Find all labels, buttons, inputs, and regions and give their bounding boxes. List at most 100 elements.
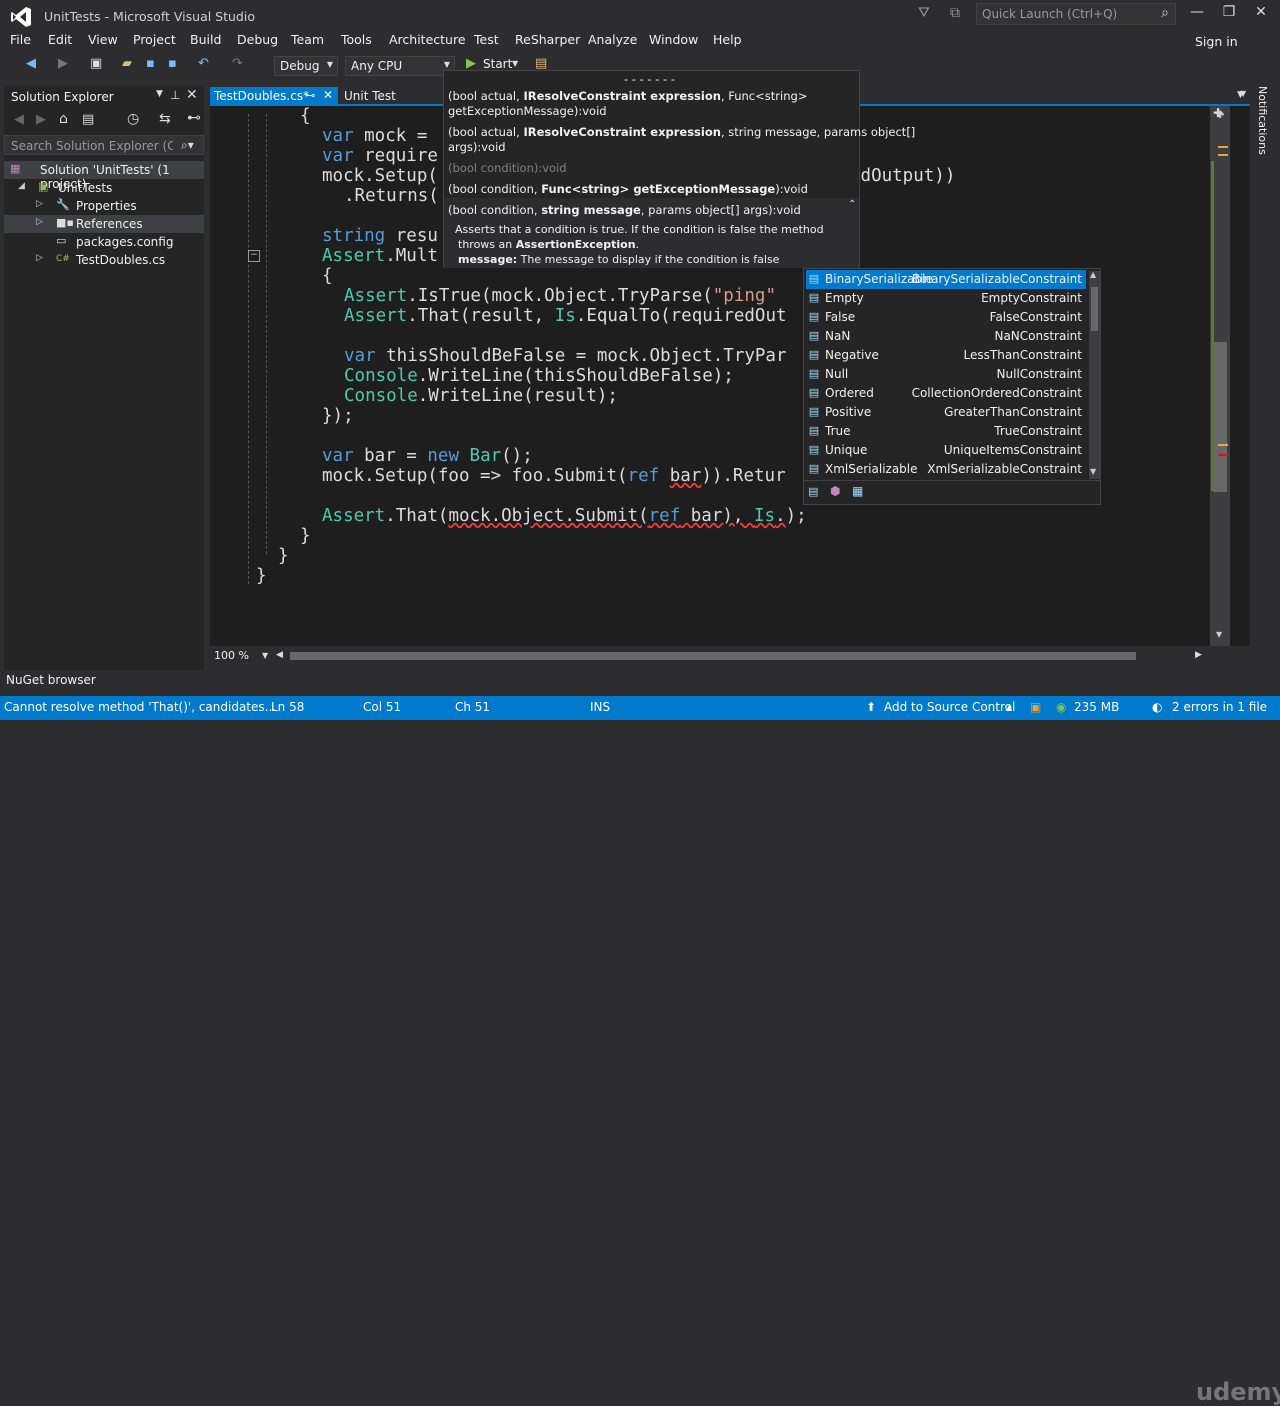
chevron-down-icon: ▼ (443, 60, 450, 69)
horizontal-scroll-thumb[interactable] (290, 652, 1136, 660)
scroll-down-icon[interactable]: ▼ (1216, 630, 1222, 639)
upload-icon: ⬆ (866, 700, 877, 714)
tree-item-references[interactable]: ▷ ■▪ References (4, 215, 204, 233)
maximize-button[interactable]: ❐ (1214, 4, 1244, 20)
tree-item-solution[interactable]: ▦ Solution 'UnitTests' (1 project) (4, 161, 204, 191)
memory-usage[interactable]: 235 MB (1074, 700, 1119, 714)
menu-test[interactable]: Test (474, 32, 499, 47)
change-marker (1211, 161, 1214, 491)
menu-tools[interactable]: Tools (341, 32, 372, 47)
menu-edit[interactable]: Edit (48, 32, 72, 47)
notifications-tab[interactable]: Notifications (1254, 86, 1276, 176)
redo-icon[interactable]: ↷ (232, 56, 243, 71)
configuration-value: Debug (280, 59, 320, 73)
undo-icon[interactable]: ↶ (198, 56, 209, 71)
pending-changes-icon[interactable]: ◷ (127, 111, 139, 127)
scroll-down-icon[interactable]: ▼ (1090, 467, 1096, 476)
completion-item[interactable]: ▤ Negative LessThanConstraint (806, 346, 1086, 365)
vertical-scrollbar[interactable]: ✚ (1210, 106, 1230, 646)
menu-debug[interactable]: Debug (237, 32, 278, 47)
menu-view[interactable]: View (88, 32, 118, 47)
completion-item-name: Positive (825, 405, 872, 419)
quick-launch-input[interactable]: Quick Launch (Ctrl+Q) ⌕ (976, 3, 1176, 25)
configuration-select[interactable]: Debug ▼ (274, 56, 338, 76)
panel-menu-icon[interactable]: ▼ (156, 89, 163, 99)
split-editor-icon[interactable]: ✚ (1216, 110, 1224, 121)
close-tab-icon[interactable]: ✕ (323, 88, 333, 102)
completion-item[interactable]: ▤ True TrueConstraint (806, 422, 1086, 441)
menu-window[interactable]: Window (649, 32, 698, 47)
collapse-toggle-icon[interactable]: − (248, 250, 260, 262)
completion-scrollbar[interactable]: ▲ ▼ (1089, 270, 1100, 479)
tree-item-project[interactable]: ◢ ▣ UnitTests (4, 179, 204, 197)
resharper-icon[interactable]: ▣ (1030, 700, 1041, 714)
completion-item[interactable]: ▤ Unique UniqueItemsConstraint (806, 441, 1086, 460)
filter-fields-icon[interactable]: ▦ (852, 484, 863, 498)
start-dropdown-icon[interactable]: ▼ (512, 59, 518, 68)
completion-item[interactable]: ▤ BinarySerializable BinarySerializableCon… (806, 270, 1086, 289)
menu-team[interactable]: Team (291, 32, 324, 47)
completion-item[interactable]: ▤ Null NullConstraint (806, 365, 1086, 384)
pin-icon[interactable]: ⊥ (170, 88, 180, 102)
error-count[interactable]: 2 errors in 1 file (1172, 700, 1267, 714)
platform-select[interactable]: Any CPU ▼ (345, 56, 455, 76)
menu-build[interactable]: Build (190, 32, 221, 47)
scroll-left-icon[interactable]: ◀ (276, 650, 283, 660)
tree-item-packages-config[interactable]: ▭ packages.config (4, 233, 204, 251)
minimize-button[interactable]: — (1182, 4, 1212, 20)
save-icon[interactable]: ▪ (146, 56, 155, 71)
forward-icon[interactable]: ▶ (58, 56, 68, 71)
sign-in-link[interactable]: Sign in (1195, 34, 1238, 49)
completion-filter-bar: ▤ ⬢ ▦ (804, 480, 1100, 504)
menu-file[interactable]: File (10, 32, 31, 47)
error-status-icon: ◐ (1152, 700, 1163, 714)
sync-icon[interactable]: ⇆ (159, 111, 171, 127)
open-folder-icon[interactable]: ▰ (122, 56, 132, 71)
properties-icon[interactable]: ⊷ (187, 110, 201, 126)
feedback-icon[interactable]: ⧉ (950, 5, 960, 21)
new-project-icon[interactable]: ▣ (90, 56, 102, 71)
tab-nuget-browser[interactable]: NuGet browser (6, 673, 96, 687)
tree-item-properties[interactable]: ▷ 🔧 Properties (4, 197, 204, 215)
pin-icon[interactable]: ⊸ (306, 89, 315, 102)
completion-item[interactable]: ▤ Empty EmptyConstraint (806, 289, 1086, 308)
filter-methods-icon[interactable]: ⬢ (830, 484, 840, 498)
completion-item[interactable]: ▤ XmlSerializable XmlSerializableConstrain… (806, 460, 1086, 479)
home-icon[interactable]: ⌂ (59, 111, 68, 127)
menu-analyze[interactable]: Analyze (588, 32, 637, 47)
menu-project[interactable]: Project (133, 32, 176, 47)
completion-item[interactable]: ▤ Positive GreaterThanConstraint (806, 403, 1086, 422)
forward-icon[interactable]: ▶ (36, 112, 46, 127)
filter-properties-icon[interactable]: ▤ (808, 485, 818, 498)
add-to-source-control[interactable]: Add to Source Control (884, 700, 1015, 714)
start-icon[interactable]: ▶ (466, 56, 476, 71)
completion-item[interactable]: ▤ Ordered CollectionOrderedConstraint (806, 384, 1086, 403)
menu-help[interactable]: Help (713, 32, 742, 47)
completion-item[interactable]: ▤ NaN NaNConstraint (806, 327, 1086, 346)
start-button[interactable]: Start (483, 57, 512, 71)
solution-search-input[interactable]: Search Solution Explorer (Ctrl+;) ⌕▾ (4, 135, 204, 155)
menu-resharper[interactable]: ReSharper (515, 32, 580, 47)
scroll-up-icon[interactable]: ▲ (1090, 270, 1096, 279)
close-button[interactable]: ✕ (1246, 4, 1276, 20)
collapse-icon[interactable]: ⌃ (848, 199, 856, 210)
warning-marker (1218, 146, 1228, 148)
back-icon[interactable]: ◀ (26, 56, 36, 71)
completion-item[interactable]: ▤ False FalseConstraint (806, 308, 1086, 327)
completion-scroll-thumb[interactable] (1091, 287, 1098, 331)
attach-icon[interactable]: ▤ (535, 56, 547, 71)
zoom-level[interactable]: 100 % (214, 649, 249, 662)
switch-views-icon[interactable]: ▤ (82, 112, 94, 127)
editor-overflow-icon[interactable]: ▼ (1240, 89, 1246, 98)
menu-architecture[interactable]: Architecture (389, 32, 466, 47)
close-panel-icon[interactable]: ✕ (186, 87, 198, 103)
scroll-thumb[interactable] (1213, 342, 1227, 492)
save-all-icon[interactable]: ▪ (168, 56, 177, 71)
scroll-right-icon[interactable]: ▶ (1195, 650, 1202, 660)
chevron-down-icon[interactable]: ▼ (262, 651, 268, 660)
tree-item-testdoubles[interactable]: ▷ C# TestDoubles.cs (4, 251, 204, 269)
completion-item-name: XmlSerializable (825, 462, 918, 476)
filter-icon[interactable]: ⛛ (918, 5, 930, 21)
back-icon[interactable]: ◀ (14, 112, 24, 127)
tab-label: TestDoubles.cs* (214, 89, 310, 103)
